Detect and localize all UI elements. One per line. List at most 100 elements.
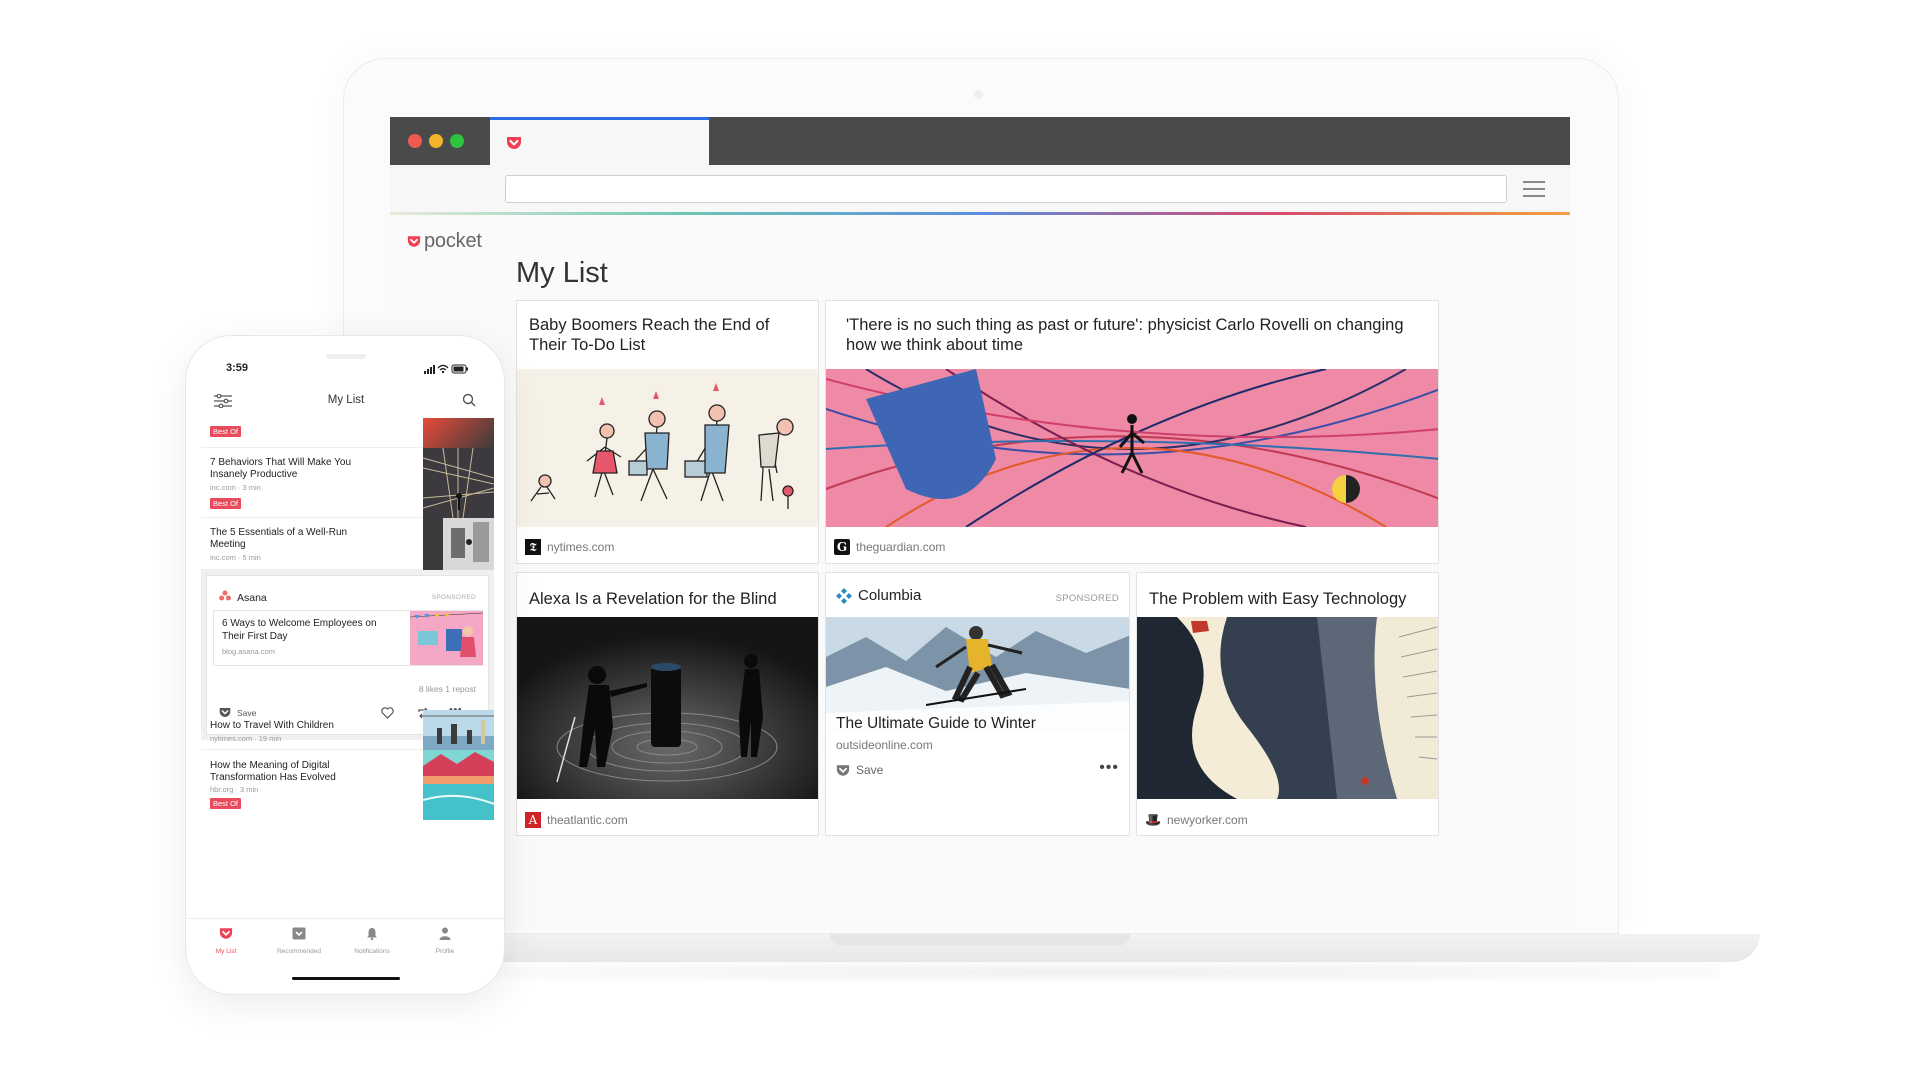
phone-header: My List — [186, 386, 504, 416]
laptop-shadow — [480, 962, 1720, 982]
more-dots-icon[interactable]: ••• — [1099, 759, 1119, 777]
article-title: 6 Ways to Welcome Employees on Their Fir… — [222, 618, 377, 642]
engagement-stats: 8 likes 1 repost — [418, 684, 476, 694]
tab-label: My List — [215, 948, 237, 955]
article-thumbnail — [410, 611, 483, 665]
stage: pocket My List Baby Boomers Reach the En… — [0, 0, 1920, 1080]
list-item[interactable]: How to Travel With Children nytimes.com … — [201, 710, 494, 750]
phone-clock: 3:59 — [226, 362, 249, 374]
best-of-badge: Best Of — [210, 426, 242, 437]
asana-icon — [219, 590, 231, 601]
article-meta: inc.com · 5 min — [210, 553, 261, 562]
save-button[interactable]: Save — [836, 763, 883, 777]
article-card[interactable]: Alexa Is a Revelation for the Blind A th… — [516, 572, 819, 836]
newyorker-icon: 🎩 — [1145, 812, 1162, 827]
article-source[interactable]: outsideonline.com — [836, 738, 933, 752]
article-title: How to Travel With Children — [210, 720, 334, 731]
toolbar-gradient-divider — [390, 212, 1570, 215]
tab-notifications[interactable]: Notifications — [337, 927, 407, 955]
sponsor-brand[interactable]: Asana — [237, 592, 267, 604]
article-title: The 5 Essentials of a Well-Run Meeting — [210, 527, 348, 550]
sponsored-article[interactable]: 6 Ways to Welcome Employees on Their Fir… — [213, 610, 483, 666]
browser-tab-pocket[interactable] — [490, 117, 709, 165]
minimize-window-button[interactable] — [429, 134, 443, 148]
tab-my-list[interactable]: My List — [191, 927, 261, 955]
tab-profile[interactable]: Profile — [410, 927, 480, 955]
article-title[interactable]: The Ultimate Guide to Winter — [836, 714, 1036, 734]
article-source[interactable]: G theguardian.com — [834, 539, 945, 555]
phone-header-title: My List — [327, 394, 365, 406]
article-thumbnail — [423, 710, 494, 750]
article-title: 7 Behaviors That Will Make You Insanely … — [210, 457, 352, 480]
best-of-badge: Best Of — [210, 798, 242, 809]
laptop-camera — [974, 90, 983, 99]
article-meta: inc.com · 3 min — [210, 483, 261, 492]
save-label: Save — [856, 763, 884, 777]
article-url: blog.asana.com — [222, 647, 275, 656]
sponsor-brand-label: Columbia — [858, 587, 922, 604]
article-image — [517, 617, 818, 799]
profile-icon — [439, 927, 451, 940]
pocket-icon — [219, 928, 233, 939]
article-title: How the Meaning of Digital Transformatio… — [210, 760, 336, 783]
article-title[interactable]: The Problem with Easy Technology — [1149, 589, 1434, 609]
tab-label: Profile — [435, 948, 455, 955]
search-icon[interactable] — [462, 393, 476, 407]
bell-icon — [367, 928, 377, 941]
pocket-logo[interactable]: pocket — [407, 229, 482, 253]
article-thumbnail — [423, 750, 494, 820]
browser-window: pocket My List Baby Boomers Reach the En… — [390, 117, 1570, 929]
source-label: nytimes.com — [547, 540, 615, 554]
phone-device: 3:59 My List Best Of 7 Behaviors That Wi… — [185, 335, 505, 995]
article-image — [517, 369, 818, 527]
article-meta: hbr.org · 3 min — [210, 785, 259, 794]
list-item[interactable]: Best Of — [201, 418, 494, 448]
source-label: theatlantic.com — [547, 813, 628, 827]
article-card[interactable]: 'There is no such thing as past or futur… — [825, 300, 1439, 564]
pocket-icon — [507, 137, 521, 149]
maximize-window-button[interactable] — [450, 134, 464, 148]
tab-label: Recommended — [276, 948, 322, 955]
laptop-notch — [830, 934, 1130, 946]
hamburger-icon[interactable] — [1523, 181, 1545, 198]
browser-tabbar — [390, 117, 1570, 165]
list-item[interactable]: How the Meaning of Digital Transformatio… — [201, 750, 494, 820]
article-thumbnail — [423, 518, 494, 570]
address-bar[interactable] — [505, 175, 1507, 203]
sponsored-card[interactable]: Columbia SPONSORED The Ultimate Guide to… — [825, 572, 1130, 836]
sponsored-tag: SPONSORED — [1055, 593, 1119, 604]
article-meta: nytimes.com · 19 min — [210, 734, 282, 743]
article-source[interactable]: 𝕿 nytimes.com — [525, 539, 614, 555]
article-source[interactable]: A theatlantic.com — [525, 812, 628, 828]
close-window-button[interactable] — [408, 134, 422, 148]
page-title: My List — [516, 257, 608, 289]
article-image — [1137, 617, 1438, 799]
sponsor-brand[interactable]: Columbia — [836, 587, 921, 604]
article-thumbnail — [423, 418, 494, 448]
columbia-icon — [836, 587, 852, 604]
article-card[interactable]: The Problem with Easy Technology 🎩 newyo… — [1136, 572, 1439, 836]
status-bar-icons — [424, 364, 468, 374]
list-item[interactable]: The 5 Essentials of a Well-Run Meeting i… — [201, 518, 494, 570]
tab-label: Notifications — [354, 948, 390, 955]
pocket-logo-text: pocket — [424, 229, 482, 252]
recommended-icon — [292, 927, 306, 940]
home-indicator[interactable] — [292, 977, 400, 980]
sponsored-tag: SPONSORED — [431, 594, 476, 601]
article-source[interactable]: 🎩 newyorker.com — [1145, 812, 1248, 828]
list-item[interactable]: 7 Behaviors That Will Make You Insanely … — [201, 448, 494, 518]
phone-speaker — [326, 354, 366, 359]
article-card[interactable]: Baby Boomers Reach the End of Their To-D… — [516, 300, 819, 564]
article-title[interactable]: Baby Boomers Reach the End of Their To-D… — [529, 315, 809, 355]
article-thumbnail — [423, 448, 494, 518]
article-title[interactable]: Alexa Is a Revelation for the Blind — [529, 589, 809, 609]
phone-article-list: Best Of 7 Behaviors That Will Make You I… — [201, 418, 494, 918]
source-label: newyorker.com — [1167, 813, 1248, 827]
article-image — [826, 369, 1438, 527]
article-title[interactable]: 'There is no such thing as past or futur… — [846, 315, 1406, 355]
pocket-logo-icon — [407, 235, 421, 247]
guardian-icon: G — [834, 539, 850, 555]
pocket-save-icon — [836, 764, 850, 776]
nyt-icon: 𝕿 — [525, 539, 541, 555]
tab-recommended[interactable]: Recommended — [264, 927, 334, 955]
